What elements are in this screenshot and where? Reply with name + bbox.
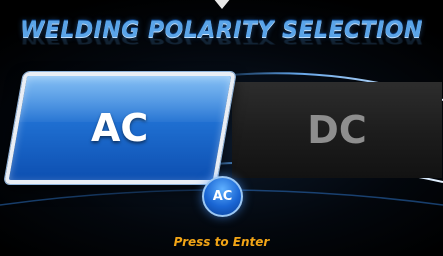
- option-dc-label: DC: [307, 108, 367, 152]
- option-dc[interactable]: DC: [232, 82, 442, 178]
- polarity-screen: WELDING POLARITY SELECTION WELDING POLAR…: [0, 0, 443, 256]
- enter-button-label: AC: [212, 189, 233, 204]
- enter-hint: Press to Enter: [173, 235, 270, 249]
- option-ac[interactable]: AC: [4, 72, 236, 184]
- option-ac-label: AC: [91, 106, 149, 150]
- enter-button[interactable]: AC: [202, 176, 243, 217]
